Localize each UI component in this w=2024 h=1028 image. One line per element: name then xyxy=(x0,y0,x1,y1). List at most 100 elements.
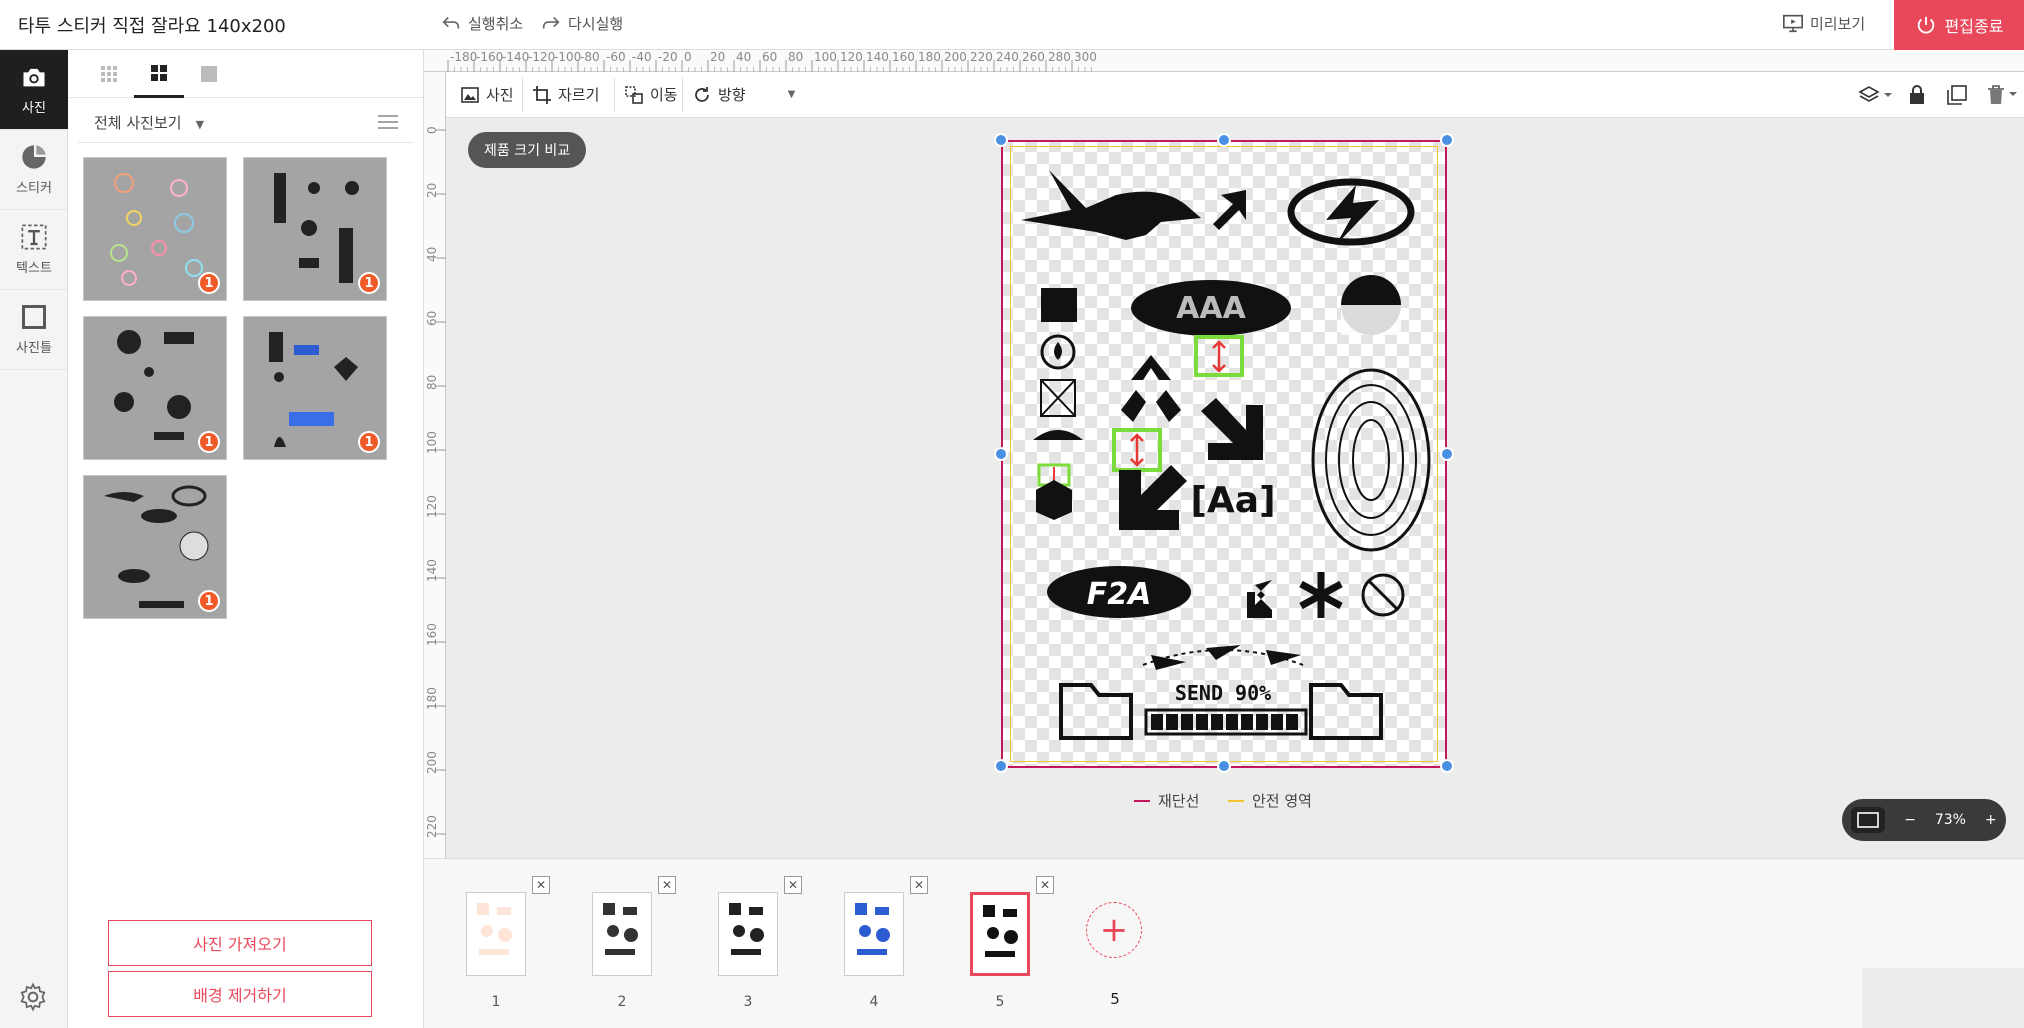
selection-handle-w[interactable] xyxy=(994,447,1008,461)
view-mode-tabs xyxy=(68,50,423,98)
selection-handle-e[interactable] xyxy=(1440,447,1454,461)
zoom-level: 73% xyxy=(1934,812,1966,828)
page-number: 4 xyxy=(869,994,879,1010)
ruler-label: 260 xyxy=(1022,50,1045,64)
selection-handle-n[interactable] xyxy=(1217,133,1231,147)
tool-photo-label: 사진 xyxy=(486,86,514,104)
ruler-label: -100 xyxy=(554,50,581,64)
selection-handle-se[interactable] xyxy=(1440,759,1454,773)
ruler-label: 80 xyxy=(788,50,803,64)
power-icon xyxy=(1917,16,1934,34)
nav-frame-label: 사진틀 xyxy=(16,341,52,356)
page-thumb-art xyxy=(603,903,638,955)
tab-large-view[interactable] xyxy=(184,50,234,98)
legend-safe-area: 안전 영역 xyxy=(1228,790,1312,811)
nav-text[interactable]: 텍스트 xyxy=(0,210,68,290)
list-menu-icon[interactable] xyxy=(377,114,399,130)
photo-filter-dropdown[interactable]: 전체 사진보기 ▼ xyxy=(94,112,204,133)
zoom-out-button[interactable]: − xyxy=(1904,812,1916,828)
ruler-label: 40 xyxy=(736,50,751,64)
ruler-label: -80 xyxy=(580,50,600,64)
toolbar-divider xyxy=(522,78,523,112)
compare-size-button[interactable]: 제품 크기 비교 xyxy=(468,132,587,168)
ruler-label: 300 xyxy=(1074,50,1097,64)
ruler-label: -160 xyxy=(476,50,503,64)
photo-thumb-1[interactable]: 1 xyxy=(83,157,227,301)
large-view-icon xyxy=(201,66,217,82)
ruler-label: -40 xyxy=(632,50,652,64)
left-nav: 사진 스티커 텍스트 사진틀 xyxy=(0,50,68,1028)
image-icon xyxy=(461,86,479,103)
selection-handle-ne[interactable] xyxy=(1440,133,1454,147)
page-thumb-4[interactable] xyxy=(844,892,904,976)
photo-thumb-3[interactable]: 1 xyxy=(83,316,227,460)
page-thumb-2[interactable] xyxy=(592,892,652,976)
ruler-label: 120 xyxy=(840,50,863,64)
gear-icon[interactable] xyxy=(18,982,48,1012)
tool-photo-button[interactable]: 사진 xyxy=(460,84,514,105)
toolbar-divider xyxy=(682,78,683,112)
tool-crop-label: 자르기 xyxy=(558,86,600,104)
page-count: 5 xyxy=(1110,990,1120,1008)
fit-screen-icon[interactable] xyxy=(1851,807,1886,833)
ruler-label: 20 xyxy=(710,50,725,64)
tool-crop-button[interactable]: 자르기 xyxy=(532,84,599,105)
cut-line-swatch xyxy=(1134,799,1150,802)
tool-move-button[interactable]: 이동 xyxy=(624,84,678,105)
remove-background-button[interactable]: 배경 제거하기 xyxy=(108,971,372,1017)
photo-thumb-5[interactable]: 1 xyxy=(83,475,227,619)
trash-icon[interactable] xyxy=(1986,84,2020,106)
photo-thumb-4[interactable]: 1 xyxy=(243,316,387,460)
preview-button[interactable]: 미리보기 xyxy=(1782,12,1865,34)
corner-block xyxy=(1862,968,2024,1028)
undo-icon xyxy=(442,16,460,29)
nav-frame[interactable]: 사진틀 xyxy=(0,290,68,370)
tab-small-grid[interactable] xyxy=(84,50,134,98)
undo-button[interactable]: 실행취소 xyxy=(440,12,523,34)
page-thumb-1[interactable] xyxy=(466,892,526,976)
ruler-scale: 0 20 40 60 80 100 120 140 160 180 200 220 xyxy=(425,126,446,838)
tool-move-label: 이동 xyxy=(650,86,678,104)
close-icon[interactable]: ✕ xyxy=(1036,876,1054,894)
vertical-ruler: 0 20 40 60 80 100 120 140 160 180 200 220 xyxy=(424,72,446,858)
duplicate-icon[interactable] xyxy=(1946,84,1968,106)
import-photo-button[interactable]: 사진 가져오기 xyxy=(108,920,372,966)
ruler-label: 200 xyxy=(944,50,967,64)
close-icon[interactable]: ✕ xyxy=(784,876,802,894)
text-icon xyxy=(21,224,47,250)
ruler-label: 140 xyxy=(866,50,889,64)
tool-direction-button[interactable]: 방향 ▼ xyxy=(692,84,795,105)
add-page-button[interactable]: + xyxy=(1086,902,1142,958)
ruler-label: 60 xyxy=(425,311,439,326)
ruler-label: 100 xyxy=(814,50,837,64)
nav-photo[interactable]: 사진 xyxy=(0,50,68,130)
ruler-label: -120 xyxy=(528,50,555,64)
close-icon[interactable]: ✕ xyxy=(910,876,928,894)
page-thumb-5[interactable] xyxy=(970,892,1030,976)
zoom-in-button[interactable]: + xyxy=(1985,812,1997,828)
tool-direction-label: 방향 xyxy=(718,86,746,104)
nav-sticker-label: 스티커 xyxy=(16,181,52,196)
layers-icon[interactable] xyxy=(1858,85,1894,105)
selection-handle-sw[interactable] xyxy=(994,759,1008,773)
tab-medium-grid[interactable] xyxy=(134,50,184,98)
ruler-label: 120 xyxy=(425,495,439,518)
project-title: 타투 스티커 직접 잘라요 140x200 xyxy=(18,16,286,37)
selection-handle-s[interactable] xyxy=(1217,759,1231,773)
page-thumb-3[interactable] xyxy=(718,892,778,976)
selection-handle-nw[interactable] xyxy=(994,133,1008,147)
sticker-icon xyxy=(22,145,46,169)
rotate-icon xyxy=(695,86,709,102)
exit-edit-button[interactable]: 편집종료 xyxy=(1894,0,2024,50)
redo-button[interactable]: 다시실행 xyxy=(540,12,623,34)
ruler-label: 220 xyxy=(425,815,439,838)
photo-panel: 전체 사진보기 ▼ 1 1 1 1 1 사진 가져오기 배경 제거하기 xyxy=(68,50,424,1028)
close-icon[interactable]: ✕ xyxy=(658,876,676,894)
photo-thumb-2[interactable]: 1 xyxy=(243,157,387,301)
nav-sticker[interactable]: 스티커 xyxy=(0,130,68,210)
lock-icon[interactable] xyxy=(1908,84,1926,106)
crop-icon xyxy=(533,85,551,104)
close-icon[interactable]: ✕ xyxy=(532,876,550,894)
ruler-label: -60 xyxy=(606,50,626,64)
camera-icon xyxy=(23,68,45,87)
